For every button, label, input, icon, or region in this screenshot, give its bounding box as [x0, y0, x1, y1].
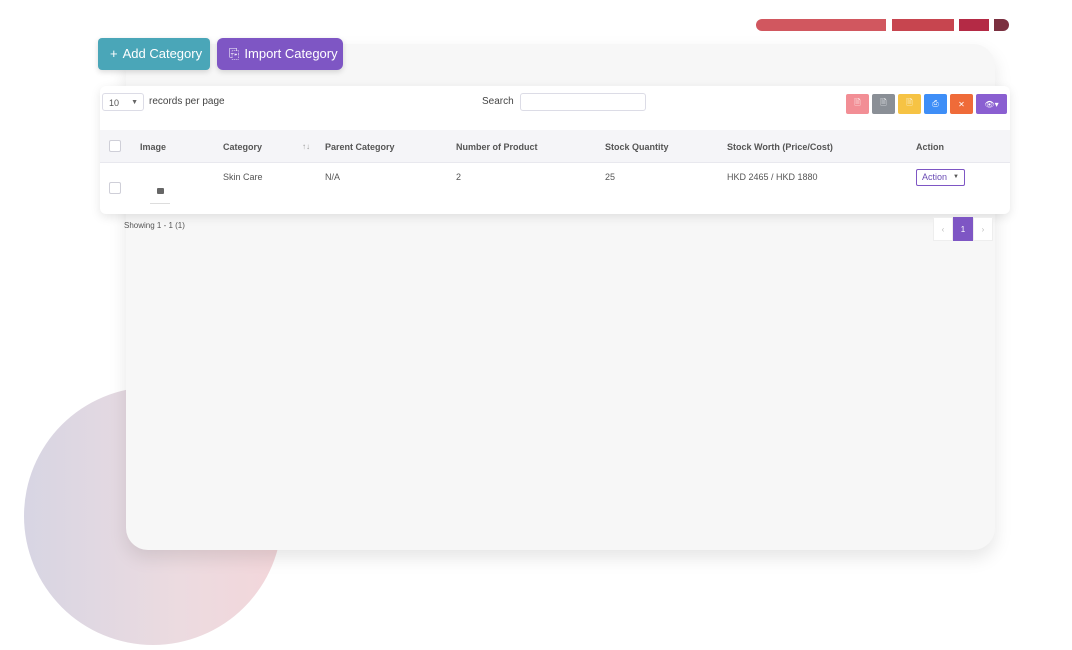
search-label: Search: [482, 96, 514, 107]
excel-icon: 🗎: [906, 98, 913, 107]
export-toolbar: 🗎 🗎 🗎 ⎙ ✕ 👁▾: [846, 94, 1007, 114]
clear-button[interactable]: ✕: [950, 94, 973, 114]
category-table: 10 ▼ records per page Search 🗎 🗎 🗎 ⎙ ✕ 👁…: [100, 86, 1010, 214]
chevron-down-icon: ▼: [953, 174, 959, 180]
table-header: Image Category ↑↓ Parent Category Number…: [100, 130, 1010, 163]
csv-icon: 🗎: [880, 98, 887, 107]
cell-parent-category: N/A: [325, 172, 341, 182]
plus-icon: +: [110, 46, 118, 61]
cell-category: Skin Care: [223, 172, 263, 182]
row-action-label: Action: [922, 172, 948, 182]
pagination-info: Showing 1 - 1 (1): [124, 221, 185, 230]
csv-export-button[interactable]: 🗎: [872, 94, 895, 114]
chevron-down-icon: ▼: [131, 99, 138, 106]
pdf-icon: 🗎: [854, 98, 861, 107]
category-image: [150, 181, 170, 204]
import-category-label: Import Category: [244, 46, 338, 61]
pagination: ‹ 1 ›: [933, 217, 993, 241]
column-header-number-of-product[interactable]: Number of Product: [456, 142, 538, 152]
decorative-bar: [756, 19, 886, 31]
cell-stock-quantity: 25: [605, 172, 616, 182]
decorative-bar: [959, 19, 989, 31]
add-category-label: Add Category: [122, 46, 203, 61]
select-all-checkbox[interactable]: [109, 140, 121, 152]
image-placeholder-icon: [156, 188, 164, 194]
column-visibility-button[interactable]: 👁▾: [976, 94, 1007, 114]
column-header-action: Action: [916, 142, 944, 152]
column-header-parent-category[interactable]: Parent Category: [325, 142, 395, 152]
column-header-stock-quantity[interactable]: Stock Quantity: [605, 142, 669, 152]
page-length-value: 10: [109, 98, 120, 108]
row-action-button[interactable]: Action ▼: [916, 169, 965, 186]
next-page-button[interactable]: ›: [973, 217, 993, 241]
eye-icon: 👁▾: [984, 99, 999, 109]
cell-number-of-product: 2: [456, 172, 462, 182]
import-category-button[interactable]: ⎘ Import Category: [217, 38, 343, 70]
close-icon: ✕: [958, 99, 965, 109]
column-header-stock-worth[interactable]: Stock Worth (Price/Cost): [727, 142, 833, 152]
row-checkbox[interactable]: [109, 182, 121, 194]
excel-export-button[interactable]: 🗎: [898, 94, 921, 114]
add-category-button[interactable]: + Add Category: [98, 38, 210, 70]
column-header-image: Image: [140, 142, 167, 152]
search-input[interactable]: [520, 93, 646, 111]
decorative-bar: [892, 19, 954, 31]
column-header-category[interactable]: Category: [223, 142, 262, 152]
prev-page-button[interactable]: ‹: [933, 217, 953, 241]
pdf-export-button[interactable]: 🗎: [846, 94, 869, 114]
cell-stock-worth: HKD 2465 / HKD 1880: [727, 172, 818, 182]
copy-icon: ⎘: [229, 46, 240, 61]
print-button[interactable]: ⎙: [924, 94, 947, 114]
page-button-1[interactable]: 1: [953, 217, 973, 241]
print-icon: ⎙: [932, 99, 939, 108]
records-per-page-label: records per page: [149, 96, 225, 107]
decorative-bar: [994, 19, 1009, 31]
page-length-select[interactable]: 10 ▼: [102, 93, 144, 111]
sort-icon[interactable]: ↑↓: [302, 142, 310, 151]
